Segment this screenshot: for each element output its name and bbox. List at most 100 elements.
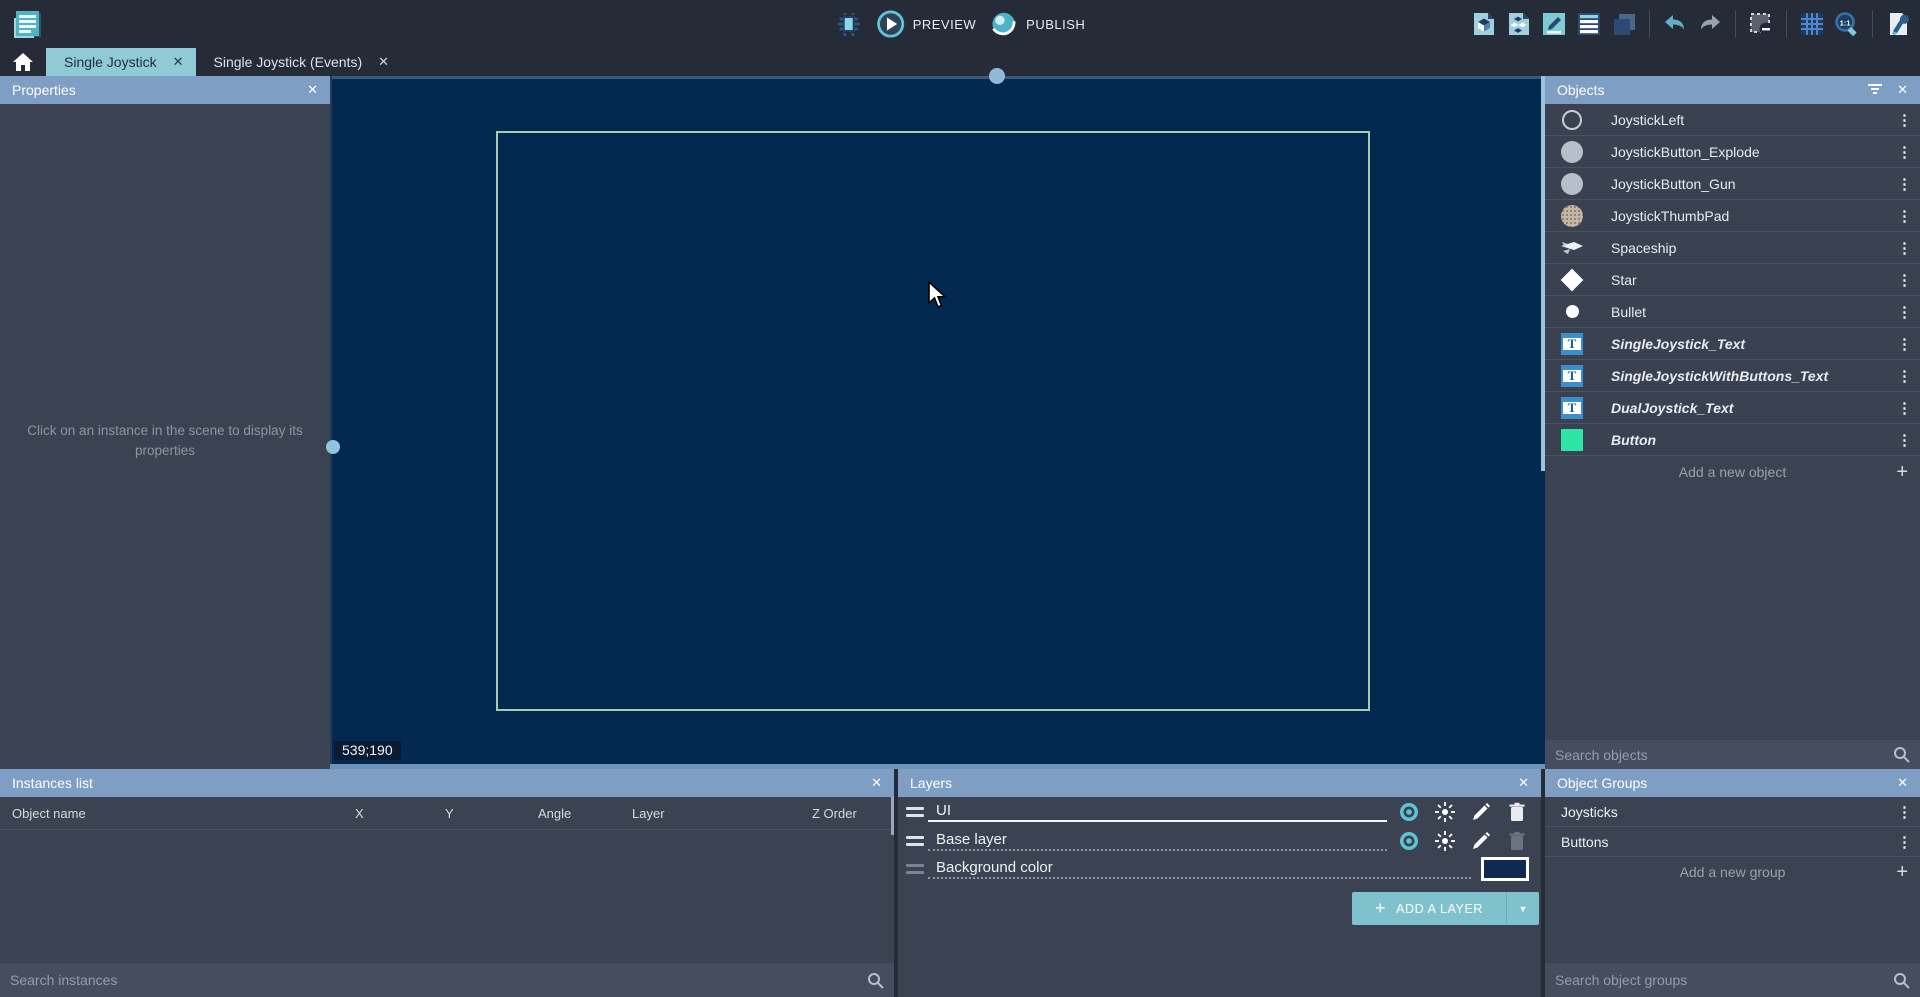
object-row[interactable]: Star ⋮ bbox=[1545, 264, 1920, 296]
add-layer-button[interactable]: + ADD A LAYER ▼ bbox=[1352, 892, 1539, 925]
plus-icon[interactable]: + bbox=[1896, 861, 1908, 884]
instances-search-bar[interactable] bbox=[0, 963, 894, 997]
visibility-eye-icon[interactable] bbox=[1397, 829, 1421, 853]
edit-pencil-icon[interactable] bbox=[1469, 800, 1493, 824]
object-menu-icon[interactable]: ⋮ bbox=[1897, 271, 1912, 289]
add-object-row[interactable]: Add a new object + bbox=[1545, 456, 1920, 488]
close-icon[interactable]: ✕ bbox=[1897, 82, 1908, 98]
object-name: JoystickButton_Explode bbox=[1611, 144, 1760, 160]
layer-name-field[interactable]: Base layer bbox=[928, 831, 1387, 851]
layer-row-base[interactable]: Base layer bbox=[898, 826, 1541, 856]
object-row[interactable]: T SingleJoystickWithButtons_Text ⋮ bbox=[1545, 360, 1920, 392]
instances-panel-title: Instances list bbox=[12, 775, 93, 791]
object-menu-icon[interactable]: ⋮ bbox=[1897, 367, 1912, 385]
edit-pencil-icon[interactable] bbox=[1469, 829, 1493, 853]
grid-icon[interactable] bbox=[1798, 10, 1826, 38]
debugger-icon[interactable] bbox=[835, 10, 863, 38]
column-angle: Angle bbox=[538, 806, 571, 821]
add-layer-dropdown[interactable]: ▼ bbox=[1506, 892, 1539, 925]
search-object-groups-input[interactable] bbox=[1555, 972, 1893, 988]
edit-scene-icon[interactable] bbox=[1540, 10, 1568, 38]
object-menu-icon[interactable]: ⋮ bbox=[1897, 399, 1912, 417]
object-menu-icon[interactable]: ⋮ bbox=[1897, 175, 1912, 193]
object-groups-icon[interactable] bbox=[1505, 10, 1533, 38]
group-menu-icon[interactable]: ⋮ bbox=[1897, 803, 1912, 821]
preview-label: PREVIEW bbox=[913, 17, 976, 32]
object-row[interactable]: JoystickButton_Explode ⋮ bbox=[1545, 136, 1920, 168]
add-object-icon[interactable] bbox=[1470, 10, 1498, 38]
object-row[interactable]: Spaceship ⋮ bbox=[1545, 232, 1920, 264]
close-icon[interactable]: ✕ bbox=[1897, 775, 1908, 791]
object-menu-icon[interactable]: ⋮ bbox=[1897, 143, 1912, 161]
canvas-top-scrollbar-thumb[interactable] bbox=[989, 68, 1005, 84]
object-row[interactable]: JoystickButton_Gun ⋮ bbox=[1545, 168, 1920, 200]
search-instances-input[interactable] bbox=[10, 972, 867, 988]
undo-icon[interactable] bbox=[1661, 10, 1689, 38]
tab-single-joystick[interactable]: Single Joystick ✕ bbox=[46, 48, 196, 76]
layer-name-field[interactable]: UI bbox=[928, 802, 1387, 822]
object-name: Button bbox=[1611, 432, 1656, 448]
properties-panel-header: Properties ✕ bbox=[0, 76, 330, 104]
canvas-left-scrollbar-thumb[interactable] bbox=[326, 440, 340, 454]
close-icon[interactable]: ✕ bbox=[307, 82, 318, 98]
object-row[interactable]: JoystickLeft ⋮ bbox=[1545, 104, 1920, 136]
layer-effects-icon[interactable] bbox=[1433, 829, 1457, 853]
tab-close-icon[interactable]: ✕ bbox=[173, 54, 184, 70]
add-group-row[interactable]: Add a new group + bbox=[1545, 857, 1920, 887]
background-color-row[interactable]: Background color bbox=[898, 856, 1541, 882]
background-color-field[interactable]: Background color bbox=[928, 859, 1471, 879]
visibility-eye-icon[interactable] bbox=[1397, 800, 1421, 824]
object-row[interactable]: T SingleJoystick_Text ⋮ bbox=[1545, 328, 1920, 360]
zoom-1to1-icon[interactable]: 1:1 bbox=[1833, 10, 1861, 38]
object-row[interactable]: Button ⋮ bbox=[1545, 424, 1920, 456]
objects-panel-title: Objects bbox=[1557, 82, 1604, 98]
preview-button[interactable]: PREVIEW bbox=[877, 10, 976, 38]
canvas-horizontal-scrollbar-track[interactable] bbox=[330, 76, 1545, 79]
publish-button[interactable]: PUBLISH bbox=[990, 10, 1085, 38]
column-y: Y bbox=[445, 806, 454, 821]
object-menu-icon[interactable]: ⋮ bbox=[1897, 239, 1912, 257]
object-menu-icon[interactable]: ⋮ bbox=[1897, 431, 1912, 449]
tab-close-icon[interactable]: ✕ bbox=[378, 54, 389, 70]
clear-selection-icon[interactable] bbox=[1747, 10, 1775, 38]
group-row[interactable]: Buttons ⋮ bbox=[1545, 827, 1920, 857]
background-color-swatch[interactable] bbox=[1481, 857, 1529, 881]
home-tab-button[interactable] bbox=[0, 48, 46, 76]
properties-list-icon[interactable] bbox=[1575, 10, 1603, 38]
search-objects-input[interactable] bbox=[1555, 747, 1893, 763]
objects-search-bar[interactable] bbox=[1545, 740, 1920, 769]
text-object-icon: T bbox=[1559, 333, 1585, 355]
app-menu-icon[interactable] bbox=[10, 6, 46, 42]
drag-handle-icon[interactable] bbox=[906, 807, 928, 817]
object-menu-icon[interactable]: ⋮ bbox=[1897, 303, 1912, 321]
tab-single-joystick-events[interactable]: Single Joystick (Events) ✕ bbox=[196, 48, 402, 76]
object-name: Star bbox=[1611, 272, 1637, 288]
object-menu-icon[interactable]: ⋮ bbox=[1897, 111, 1912, 129]
close-icon[interactable]: ✕ bbox=[1518, 775, 1529, 791]
mouse-cursor bbox=[928, 281, 950, 316]
add-object-label: Add a new object bbox=[1679, 464, 1786, 480]
scene-canvas[interactable]: 539;190 bbox=[330, 76, 1545, 769]
redo-icon[interactable] bbox=[1696, 10, 1724, 38]
layer-effects-icon[interactable] bbox=[1433, 800, 1457, 824]
column-z-order: Z Order bbox=[812, 806, 857, 821]
panel-divider bbox=[894, 769, 898, 997]
drag-handle-icon[interactable] bbox=[906, 836, 928, 846]
canvas-vertical-scrollbar-track[interactable] bbox=[330, 76, 332, 769]
object-menu-icon[interactable]: ⋮ bbox=[1897, 335, 1912, 353]
object-groups-search-bar[interactable] bbox=[1545, 963, 1920, 997]
object-row[interactable]: T DualJoystick_Text ⋮ bbox=[1545, 392, 1920, 424]
close-icon[interactable]: ✕ bbox=[871, 775, 882, 791]
group-menu-icon[interactable]: ⋮ bbox=[1897, 833, 1912, 851]
object-row[interactable]: Bullet ⋮ bbox=[1545, 296, 1920, 328]
delete-trash-icon[interactable] bbox=[1505, 800, 1529, 824]
object-row[interactable]: JoystickThumbPad ⋮ bbox=[1545, 200, 1920, 232]
layers-editor-icon[interactable] bbox=[1610, 10, 1638, 38]
group-row[interactable]: Joysticks ⋮ bbox=[1545, 797, 1920, 827]
scene-properties-icon[interactable] bbox=[1884, 10, 1912, 38]
panel-divider bbox=[1541, 769, 1545, 997]
layer-row-ui[interactable]: UI bbox=[898, 797, 1541, 826]
plus-icon[interactable]: + bbox=[1896, 461, 1908, 484]
object-menu-icon[interactable]: ⋮ bbox=[1897, 207, 1912, 225]
filter-icon[interactable] bbox=[1867, 82, 1883, 99]
